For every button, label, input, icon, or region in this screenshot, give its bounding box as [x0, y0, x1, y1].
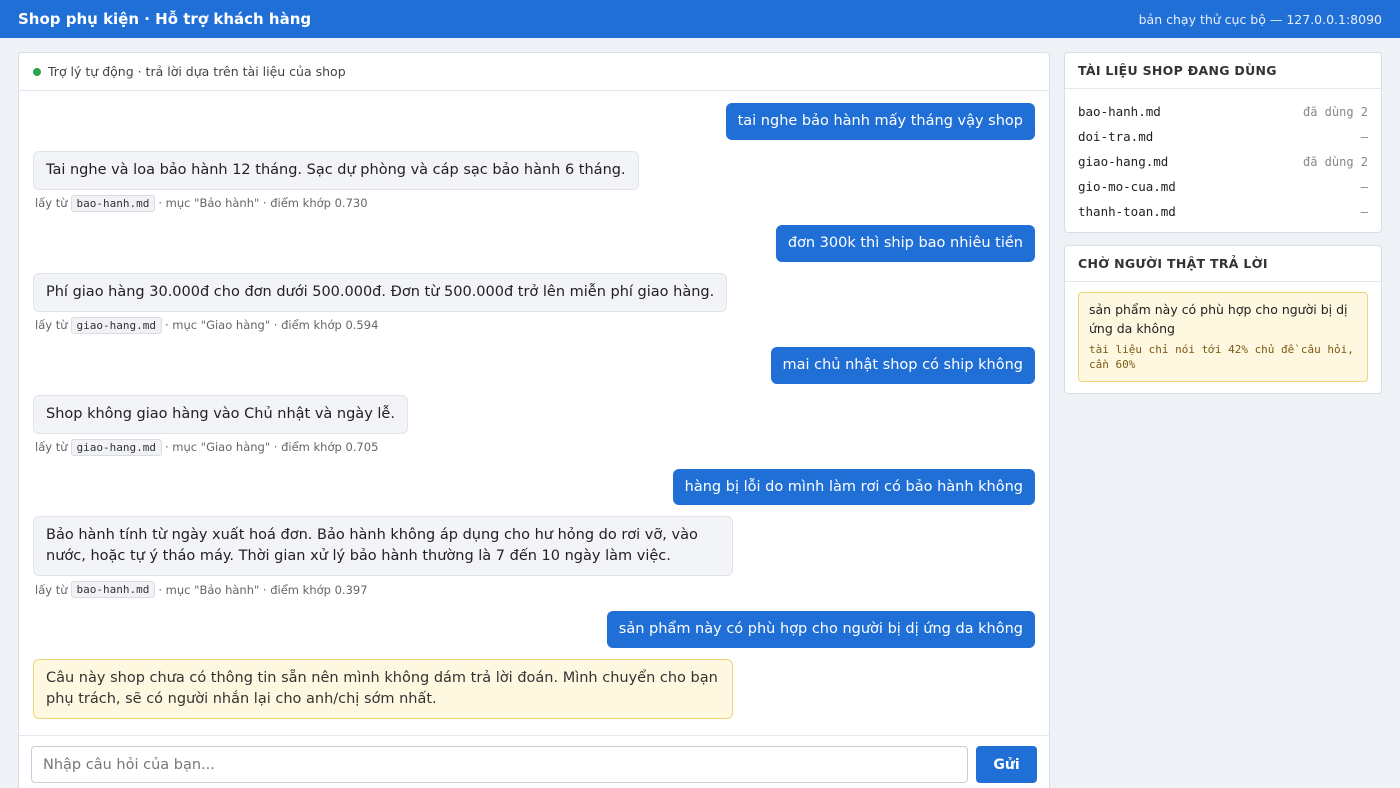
user-message: đơn 300k thì ship bao nhiêu tiền	[775, 224, 1035, 262]
user-message: tai nghe bảo hành mấy tháng vậy shop	[725, 103, 1035, 140]
bot-message-row: Bảo hành tính từ ngày xuất hoá đơn. Bảo …	[33, 516, 1035, 577]
source-meta: lấy từ bao-hanh.md · mục "Bảo hành" · đi…	[35, 194, 1035, 212]
user-message-row: hàng bị lỗi do mình làm rơi có bảo hành …	[33, 468, 1035, 506]
source-file: bao-hanh.md	[70, 581, 156, 599]
source-detail: · mục "Bảo hành" · điểm khớp 0.730	[158, 196, 368, 211]
doc-usage: —	[1360, 204, 1368, 219]
handoff-message: Câu này shop chưa có thông tin sẵn nên m…	[33, 659, 733, 720]
doc-usage: —	[1360, 129, 1368, 144]
bot-message: Tai nghe và loa bảo hành 12 tháng. Sạc d…	[33, 150, 639, 190]
chat-panel: Trợ lý tự động · trả lời dựa trên tài li…	[18, 52, 1050, 788]
chat-header: Trợ lý tự động · trả lời dựa trên tài li…	[19, 53, 1049, 91]
environment-label: bản chạy thử cục bộ — 127.0.0.1:8090	[1138, 11, 1382, 27]
bot-message-row: Phí giao hàng 30.000đ cho đơn dưới 500.0…	[33, 272, 1035, 312]
source-detail: · mục "Bảo hành" · điểm khớp 0.397	[158, 582, 368, 597]
source-file: bao-hanh.md	[70, 194, 156, 212]
bot-message-row: Shop không giao hàng vào Chủ nhật và ngà…	[33, 394, 1035, 434]
app-title: Shop phụ kiện · Hỗ trợ khách hàng	[18, 10, 312, 28]
doc-item: thanh-toan.md —	[1078, 199, 1368, 224]
online-status-icon	[33, 67, 41, 76]
bot-message: Phí giao hàng 30.000đ cho đơn dưới 500.0…	[33, 272, 728, 312]
source-file: giao-hang.md	[70, 316, 162, 334]
doc-name: bao-hanh.md	[1078, 104, 1161, 119]
docs-panel-title: TÀI LIỆU SHOP ĐANG DÙNG	[1065, 53, 1381, 89]
doc-list: bao-hanh.md đã dùng 2 doi-tra.md — giao-…	[1065, 89, 1381, 224]
source-prefix: lấy từ	[35, 196, 68, 211]
user-message: mai chủ nhật shop có ship không	[770, 346, 1035, 384]
doc-name: thanh-toan.md	[1078, 204, 1176, 219]
bot-message: Shop không giao hàng vào Chủ nhật và ngà…	[33, 394, 408, 434]
doc-name: giao-hang.md	[1078, 154, 1169, 169]
assistant-status: Trợ lý tự động · trả lời dựa trên tài li…	[48, 64, 346, 79]
send-button[interactable]: Gửi	[976, 746, 1037, 783]
user-message: sản phẩm này có phù hợp cho người bị dị …	[606, 611, 1035, 649]
doc-usage: —	[1360, 179, 1368, 194]
source-meta: lấy từ giao-hang.md · mục "Giao hàng" · …	[35, 316, 1035, 334]
bot-message-row: Câu này shop chưa có thông tin sẵn nên m…	[33, 659, 1035, 720]
doc-usage: đã dùng 2	[1302, 104, 1368, 119]
top-bar: Shop phụ kiện · Hỗ trợ khách hàng bản ch…	[0, 0, 1400, 38]
user-message-row: mai chủ nhật shop có ship không	[33, 346, 1035, 384]
doc-name: gio-mo-cua.md	[1078, 179, 1176, 194]
source-prefix: lấy từ	[35, 318, 68, 333]
message-input[interactable]	[31, 746, 968, 783]
doc-name: doi-tra.md	[1078, 129, 1154, 144]
handoff-panel-title: CHỜ NGƯỜI THẬT TRẢ LỜI	[1065, 246, 1381, 282]
handoff-panel: CHỜ NGƯỜI THẬT TRẢ LỜI sản phẩm này có p…	[1064, 245, 1382, 394]
pending-question-card[interactable]: sản phẩm này có phù hợp cho người bị dị …	[1078, 292, 1368, 383]
doc-usage: đã dùng 2	[1302, 154, 1368, 169]
doc-item: gio-mo-cua.md —	[1078, 174, 1368, 199]
message-list[interactable]: tai nghe bảo hành mấy tháng vậy shop Tai…	[19, 91, 1049, 735]
user-message-row: đơn 300k thì ship bao nhiêu tiền	[33, 224, 1035, 262]
source-detail: · mục "Giao hàng" · điểm khớp 0.594	[165, 318, 379, 333]
source-meta: lấy từ bao-hanh.md · mục "Bảo hành" · đi…	[35, 581, 1035, 599]
bot-message-row: Tai nghe và loa bảo hành 12 tháng. Sạc d…	[33, 150, 1035, 190]
bot-message: Bảo hành tính từ ngày xuất hoá đơn. Bảo …	[33, 516, 733, 577]
doc-item: giao-hang.md đã dùng 2	[1078, 149, 1368, 174]
source-prefix: lấy từ	[35, 440, 68, 455]
user-message: hàng bị lỗi do mình làm rơi có bảo hành …	[672, 468, 1035, 506]
docs-panel: TÀI LIỆU SHOP ĐANG DÙNG bao-hanh.md đã d…	[1064, 52, 1382, 233]
doc-item: bao-hanh.md đã dùng 2	[1078, 99, 1368, 124]
pending-question: sản phẩm này có phù hợp cho người bị dị …	[1089, 302, 1348, 336]
doc-item: doi-tra.md —	[1078, 124, 1368, 149]
composer: Gửi	[19, 735, 1049, 788]
source-detail: · mục "Giao hàng" · điểm khớp 0.705	[165, 440, 379, 455]
user-message-row: tai nghe bảo hành mấy tháng vậy shop	[33, 103, 1035, 140]
source-file: giao-hang.md	[70, 438, 162, 456]
source-meta: lấy từ giao-hang.md · mục "Giao hàng" · …	[35, 438, 1035, 456]
pending-reason: tài liệu chỉ nói tới 42% chủ đề câu hỏi,…	[1089, 342, 1354, 372]
source-prefix: lấy từ	[35, 582, 68, 597]
user-message-row: sản phẩm này có phù hợp cho người bị dị …	[33, 611, 1035, 649]
